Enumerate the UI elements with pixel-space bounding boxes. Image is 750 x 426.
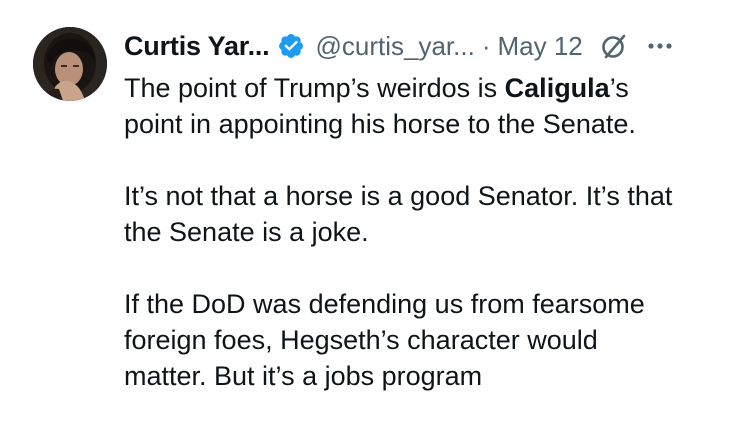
more-options-icon[interactable] [645,31,675,61]
verified-badge-icon[interactable] [277,32,305,60]
tweet-card[interactable]: Curtis Yar... @curtis_yar... · May 12 Th… [0,0,750,426]
avatar[interactable] [33,27,107,101]
tweet-paragraph: The point of Trump’s weirdos is Caligula… [124,70,724,142]
separator-dot: · [481,30,491,61]
tweet-line: It’s not that a horse is a good Senator.… [124,181,673,211]
tweet-header: Curtis Yar... @curtis_yar... · May 12 [124,24,675,68]
tweet-bold-text: Caligula [504,73,610,103]
tweet-paragraph: If the DoD was defending us from fearsom… [124,286,724,394]
tweet-date[interactable]: May 12 [497,31,582,62]
tweet-line: The point of Trump’s weirdos is Caligula… [124,70,724,106]
tweet-line: point in appointing his horse to the Sen… [124,109,636,139]
tweet-text-segment: The point of Trump’s weirdos is [124,73,505,103]
grok-icon[interactable] [599,31,629,61]
tweet-line: foreign foes, Hegseth’s character would [124,325,598,355]
tweet-line: matter. But it’s a jobs program [124,361,483,391]
tweet-text: The point of Trump’s weirdos is Caligula… [124,70,724,394]
tweet-text-segment: ’s [609,73,629,103]
tweet-paragraph: It’s not that a horse is a good Senator.… [124,178,724,250]
avatar-image [33,27,107,101]
display-name[interactable]: Curtis Yar... [124,31,270,62]
tweet-line: If the DoD was defending us from fearsom… [124,289,645,319]
tweet-line: the Senate is a joke. [124,217,369,247]
user-handle[interactable]: @curtis_yar... [315,31,474,62]
